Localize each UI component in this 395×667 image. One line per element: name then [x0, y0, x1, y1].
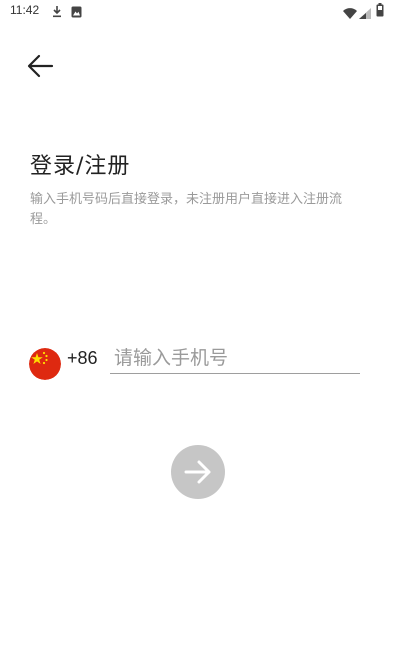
- phone-input[interactable]: [110, 343, 360, 374]
- status-time: 11:42: [10, 3, 40, 17]
- signal-icon: [359, 4, 371, 23]
- photo-icon: [71, 3, 82, 22]
- login-screen: 11:42 登录/注册 输入手机号码后直接登录，未注册用户直接进入注册流程。 +…: [0, 0, 395, 667]
- arrow-right-icon: [171, 445, 225, 499]
- page-subtitle: 输入手机号码后直接登录，未注册用户直接进入注册流程。: [30, 192, 343, 227]
- wifi-icon: [343, 4, 357, 23]
- china-flag-icon[interactable]: [29, 348, 61, 380]
- page-title: 登录/注册: [30, 154, 131, 179]
- arrow-left-icon: [24, 54, 60, 86]
- next-button[interactable]: [171, 445, 225, 499]
- back-button[interactable]: [24, 50, 60, 82]
- country-code[interactable]: +86: [67, 348, 98, 369]
- battery-icon: [376, 2, 384, 21]
- status-bar: 11:42: [0, 0, 395, 22]
- download-icon: [52, 3, 62, 22]
